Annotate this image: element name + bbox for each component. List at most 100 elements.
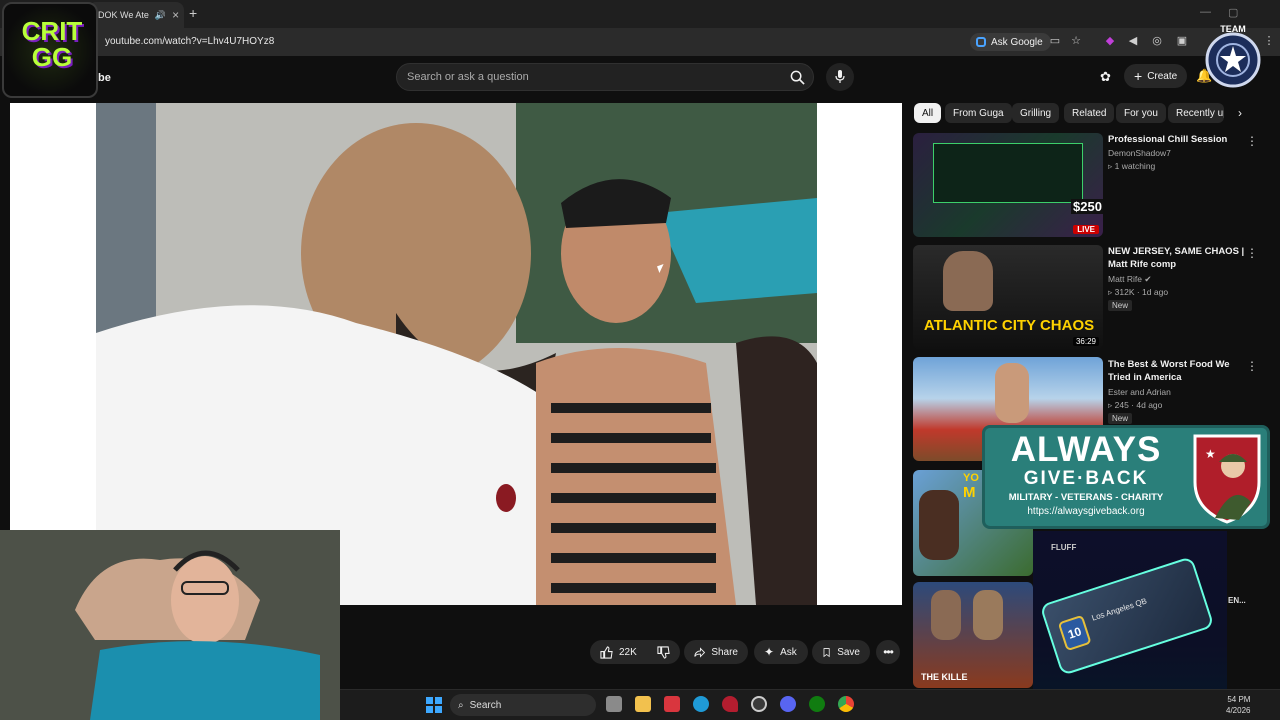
share-label: Share: [711, 646, 738, 658]
system-clock[interactable]: 54 PM 4/2026: [1226, 694, 1250, 716]
chevron-right-icon[interactable]: ›: [1238, 106, 1242, 120]
taskbar-search-label: Search: [469, 699, 502, 711]
thumbnail-person: [943, 251, 993, 311]
maps-pin-icon[interactable]: [722, 696, 738, 712]
thumbnail-caption: ATLANTIC CITY CHAOS: [923, 317, 1095, 334]
recommendation-meta: ▹ 312K · 1d ago: [1108, 287, 1169, 297]
recommendation-menu-icon[interactable]: ⋮: [1246, 246, 1258, 260]
bookmark-star-icon[interactable]: ☆: [1069, 34, 1083, 48]
chip-grilling[interactable]: Grilling: [1012, 103, 1060, 123]
fluff-card-text: Los Angeles QB: [1090, 596, 1148, 623]
browser-tab-strip: DOK We Ate 🔊 × + — ▢: [0, 0, 1280, 28]
task-view-icon[interactable]: [606, 696, 622, 712]
team-logo: TEAM: [1205, 24, 1261, 98]
new-badge: New: [1108, 413, 1133, 424]
close-icon[interactable]: ×: [172, 8, 179, 22]
cast-icon[interactable]: ▭: [1048, 34, 1062, 48]
search-icon: [790, 70, 805, 85]
extension-icon[interactable]: ◆: [1103, 34, 1117, 48]
app-red-icon[interactable]: [664, 696, 680, 712]
chip-for-you[interactable]: For you: [1116, 103, 1166, 123]
xbox-icon[interactable]: [809, 696, 825, 712]
more-actions-button[interactable]: •••: [876, 640, 900, 664]
thumbnail-screen: [933, 143, 1083, 203]
youtube-logo[interactable]: be: [98, 72, 111, 84]
google-lens-icon: [976, 37, 986, 47]
chip-recently-uploaded[interactable]: Recently up: [1168, 103, 1224, 123]
recommendation-title[interactable]: The Best & Worst Food We Tried in Americ…: [1108, 358, 1248, 384]
microphone-icon: [835, 70, 845, 83]
ask-label: Ask: [780, 646, 797, 658]
save-label: Save: [837, 646, 860, 658]
discord-icon[interactable]: [780, 696, 796, 712]
recommendation-meta: ▹ 245 · 4d ago: [1108, 400, 1163, 410]
edge-icon[interactable]: [693, 696, 709, 712]
recommendation-channel[interactable]: Matt Rife ✔: [1108, 274, 1152, 285]
recommendation-channel[interactable]: Ester and Adrian: [1108, 387, 1171, 397]
thumbnail-person: [919, 490, 959, 560]
like-button[interactable]: 22K: [600, 645, 637, 659]
sparkle-icon: ✦: [764, 645, 775, 659]
thumbnail-person-2: [973, 590, 1003, 640]
search-icon: ⌕: [458, 699, 464, 711]
extensions-puzzle-icon[interactable]: ▣: [1175, 34, 1189, 48]
share-button[interactable]: Share: [684, 640, 748, 664]
speaker-icon: 🔊: [154, 9, 167, 20]
recommendation-channel[interactable]: DemonShadow7: [1108, 148, 1171, 158]
recommendation-menu-icon[interactable]: ⋮: [1246, 134, 1258, 148]
taskbar-search[interactable]: ⌕ Search: [450, 694, 596, 716]
ask-button[interactable]: ✦ Ask: [754, 640, 808, 664]
agb-tagline: MILITARY - VETERANS - CHARITY: [1008, 492, 1164, 503]
maximize-icon[interactable]: ▢: [1228, 6, 1238, 19]
crit-gg-text: CRIT GG: [21, 16, 83, 72]
studio-icon[interactable]: ✿: [1100, 69, 1111, 85]
recommendation-title[interactable]: NEW JERSEY, SAME CHAOS | Matt Rife comp: [1108, 245, 1248, 271]
create-button[interactable]: + Create: [1124, 64, 1188, 88]
thumbnail-price: $250: [1071, 199, 1103, 214]
create-label: Create: [1147, 70, 1178, 82]
url-field[interactable]: youtube.com/watch?v=Lhv4U7HOYz8: [105, 36, 274, 47]
new-tab-icon[interactable]: +: [189, 5, 197, 21]
chip-related[interactable]: Related: [1064, 103, 1115, 123]
windows-taskbar: ⌕ Search 54 PM 4/2026: [340, 689, 1280, 720]
browser-tab[interactable]: DOK We Ate 🔊 ×: [88, 2, 184, 28]
settings-icon[interactable]: ◎: [1150, 34, 1164, 48]
minimize-icon[interactable]: —: [1200, 6, 1211, 18]
agb-subtitle: GIVE·BACK: [1023, 468, 1149, 489]
chip-all[interactable]: All: [914, 103, 942, 123]
like-dislike-group: 22K: [590, 640, 680, 664]
clock-time: 54 PM: [1227, 695, 1251, 704]
recommendation-title-fragment: EN...: [1228, 596, 1246, 605]
obs-icon[interactable]: [751, 696, 767, 712]
windows-start-icon[interactable]: [426, 697, 442, 713]
more-icon: •••: [883, 645, 894, 659]
thumbnail-caption: YO: [963, 472, 979, 484]
ask-google-button[interactable]: Ask Google: [970, 33, 1051, 51]
save-button[interactable]: Save: [812, 640, 870, 664]
recommendation-thumbnail[interactable]: $250 LIVE: [913, 133, 1103, 237]
voice-search-button[interactable]: [826, 63, 854, 91]
ask-google-label: Ask Google: [991, 36, 1043, 48]
soldier-shield-icon: ★: [1193, 434, 1261, 524]
fluff-card-number: 10: [1057, 614, 1092, 652]
search-button[interactable]: [783, 63, 811, 91]
webcam-overlay: [0, 530, 340, 720]
agb-url: https://alwaysgiveback.org: [1027, 506, 1145, 517]
fluff-card: 10 Los Angeles QB: [1039, 556, 1215, 676]
clock-date: 4/2026: [1226, 706, 1251, 715]
recommendation-menu-icon[interactable]: ⋮: [1246, 359, 1258, 373]
file-explorer-icon[interactable]: [635, 696, 651, 712]
thumbs-down-icon[interactable]: [657, 645, 670, 659]
share-icon: [694, 646, 706, 658]
volume-icon[interactable]: ◀: [1126, 34, 1140, 48]
search-input[interactable]: Search or ask a question: [396, 63, 814, 91]
fluff-brand: FLUFF: [1051, 543, 1077, 552]
chip-from-guga[interactable]: From Guga: [945, 103, 1012, 123]
chrome-icon[interactable]: [838, 696, 854, 712]
recommendation-title[interactable]: Professional Chill Session: [1108, 133, 1248, 146]
thumbnail-person: [931, 590, 961, 640]
recommendation-thumbnail[interactable]: THE KILLE: [913, 582, 1033, 688]
thumbnail-person: [995, 363, 1029, 423]
more-menu-icon[interactable]: ⋮: [1262, 34, 1276, 48]
recommendation-thumbnail[interactable]: ATLANTIC CITY CHAOS 36:29: [913, 245, 1103, 349]
